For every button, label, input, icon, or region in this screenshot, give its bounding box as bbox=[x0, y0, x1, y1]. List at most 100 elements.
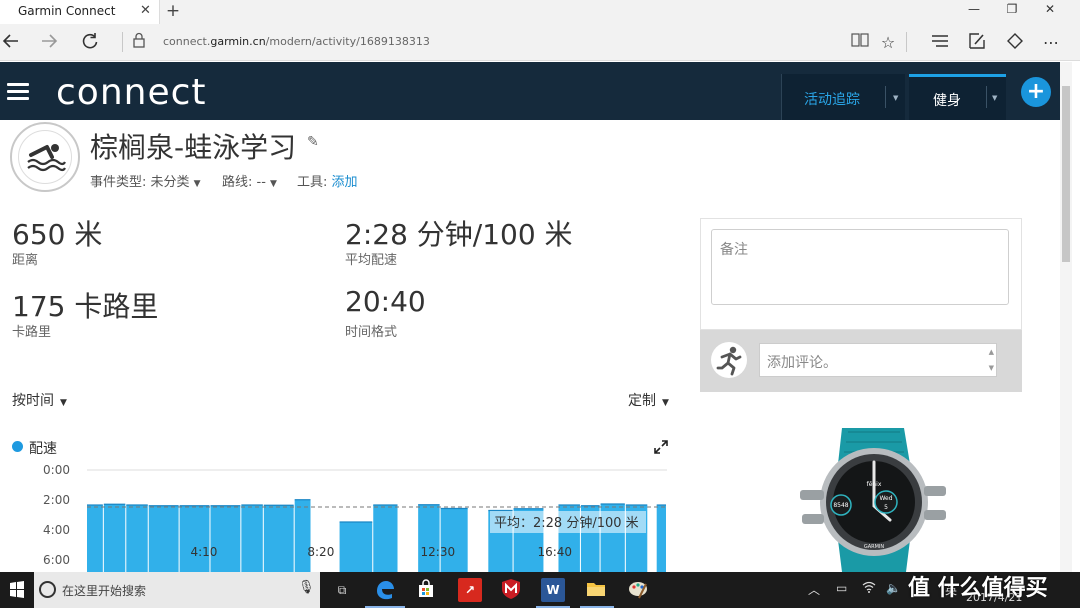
wifi-icon[interactable] bbox=[862, 581, 876, 596]
nav-fitness-label: 健身 bbox=[933, 93, 961, 109]
tools-row: 工具: 添加 bbox=[297, 171, 358, 190]
add-button[interactable]: + bbox=[1021, 77, 1051, 107]
word-icon[interactable]: W bbox=[541, 578, 565, 602]
hub-icon[interactable] bbox=[929, 32, 951, 54]
pace-chart[interactable]: 0:00 2:00 4:00 6:00 平均：2:28 分钟/100 米 4:10 8:20… bbox=[0, 458, 690, 572]
watch-day: Wed bbox=[879, 495, 892, 502]
site-header: connect 活动追踪 ▼ 健身 ▼ bbox=[0, 62, 1060, 120]
forward-icon[interactable] bbox=[38, 31, 60, 53]
url-prefix: connect. bbox=[163, 35, 211, 48]
stat-time-value: 20:40 bbox=[345, 285, 426, 318]
restore-icon[interactable]: ❐ bbox=[998, 2, 1026, 22]
reading-view-icon[interactable] bbox=[849, 32, 871, 54]
new-tab-icon[interactable]: + bbox=[164, 1, 182, 21]
expand-icon[interactable] bbox=[654, 440, 668, 458]
chevron-down-icon: ▼ bbox=[662, 398, 669, 408]
nav-divider bbox=[885, 86, 886, 108]
y-tick-label: 2:00 bbox=[43, 493, 70, 507]
address-toolbar: connect.garmin.cn/modern/activity/168913… bbox=[0, 24, 1080, 61]
chevron-down-icon: ▼ bbox=[60, 398, 67, 408]
browser-tab[interactable]: Garmin Connect ✕ bbox=[0, 0, 160, 24]
edge-browser-icon[interactable] bbox=[373, 578, 397, 602]
notes-placeholder: 备注 bbox=[720, 242, 748, 258]
scrollbar-thumb[interactable] bbox=[1062, 86, 1070, 262]
activity-title: 棕榈泉-蛙泳学习 bbox=[90, 131, 297, 164]
comment-scroll-arrows[interactable]: ▲ ▼ bbox=[989, 344, 994, 376]
nav-activity-tracking[interactable]: 活动追踪 ▼ bbox=[781, 74, 905, 120]
tools-label: 工具: bbox=[297, 175, 328, 190]
stat-distance-label: 距离 bbox=[12, 253, 39, 268]
device-watch-image: fēnix 8548 Wed 5 GARMIN bbox=[800, 428, 948, 572]
pace-bar bbox=[294, 499, 311, 572]
event-type-dropdown[interactable]: 事件类型: 未分类 ▼ bbox=[90, 171, 201, 190]
swim-icon-inner bbox=[18, 130, 72, 184]
close-tab-icon[interactable]: ✕ bbox=[140, 3, 151, 18]
search-placeholder: 在这里开始搜索 bbox=[62, 584, 147, 598]
taskbar-search[interactable]: 在这里开始搜索 🎙 bbox=[34, 572, 320, 608]
share-icon[interactable] bbox=[1004, 32, 1026, 54]
red-app-icon[interactable]: ↗ bbox=[458, 578, 482, 602]
page-scrollbar[interactable] bbox=[1060, 62, 1072, 572]
back-icon[interactable] bbox=[0, 31, 22, 53]
edit-pencil-icon[interactable]: ✎ bbox=[307, 134, 319, 150]
tray-network-small-icon[interactable]: ▭ bbox=[836, 581, 847, 595]
add-tool-link[interactable]: 添加 bbox=[332, 175, 358, 190]
stat-calories-value: 175 卡路里 bbox=[12, 290, 159, 323]
watch-brand: fēnix bbox=[867, 481, 882, 488]
stat-pace-label: 平均配速 bbox=[345, 253, 398, 268]
volume-icon[interactable]: 🔈 bbox=[886, 581, 901, 595]
menu-icon[interactable] bbox=[7, 83, 29, 101]
minimize-icon[interactable]: — bbox=[960, 2, 988, 22]
pace-bar bbox=[418, 504, 440, 572]
nav-divider bbox=[986, 86, 987, 108]
url-domain: garmin.cn bbox=[210, 35, 266, 48]
x-tick-label: 12:30 bbox=[421, 545, 456, 559]
favorite-star-icon[interactable]: ☆ bbox=[877, 32, 899, 54]
tray-chevron-up-icon[interactable]: ︿ bbox=[808, 581, 820, 598]
toolbar-divider bbox=[906, 32, 907, 52]
pace-bar bbox=[126, 505, 148, 572]
chevron-down-icon: ▼ bbox=[270, 179, 277, 189]
refresh-icon[interactable] bbox=[79, 31, 101, 53]
by-time-dropdown[interactable]: 按时间 ▼ bbox=[12, 390, 67, 410]
runner-avatar-icon bbox=[711, 342, 747, 378]
pace-bar bbox=[179, 505, 210, 572]
store-icon[interactable] bbox=[414, 578, 438, 602]
web-note-icon[interactable] bbox=[966, 32, 988, 54]
paint-icon[interactable] bbox=[626, 578, 650, 602]
legend-pace-label[interactable]: 配速 bbox=[29, 438, 57, 458]
url-field[interactable]: connect.garmin.cn/modern/activity/168913… bbox=[163, 35, 430, 48]
route-dropdown[interactable]: 路线: -- ▼ bbox=[222, 171, 277, 190]
tab-title: Garmin Connect bbox=[18, 4, 116, 18]
comment-input[interactable]: 添加评论。 ▲ ▼ bbox=[759, 343, 997, 377]
pace-bar bbox=[440, 508, 468, 572]
pace-bar bbox=[656, 505, 666, 572]
chevron-down-icon[interactable]: ▼ bbox=[992, 94, 997, 102]
customize-dropdown[interactable]: 定制 ▼ bbox=[628, 390, 669, 410]
pace-bar bbox=[210, 505, 241, 572]
more-icon[interactable]: ⋯ bbox=[1040, 32, 1062, 54]
legend-pace-swatch bbox=[12, 441, 23, 452]
nav-fitness[interactable]: 健身 ▼ bbox=[909, 74, 1006, 120]
stat-distance-value: 650 米 bbox=[12, 218, 103, 251]
connect-logo[interactable]: connect bbox=[56, 72, 207, 113]
comment-placeholder: 添加评论。 bbox=[767, 355, 837, 371]
file-explorer-icon[interactable] bbox=[584, 578, 608, 602]
nav-activity-label: 活动追踪 bbox=[804, 92, 860, 108]
customize-label: 定制 bbox=[628, 393, 656, 409]
watch-date: 5 bbox=[884, 504, 888, 511]
microphone-icon[interactable]: 🎙 bbox=[298, 580, 315, 595]
pace-bar bbox=[241, 505, 263, 572]
y-tick-label: 0:00 bbox=[43, 463, 70, 477]
task-view-icon[interactable]: ⧉ bbox=[330, 578, 354, 602]
mcafee-icon[interactable] bbox=[499, 578, 523, 602]
x-tick-label: 4:10 bbox=[190, 545, 217, 559]
close-window-icon[interactable]: ✕ bbox=[1036, 2, 1064, 22]
notes-textarea[interactable]: 备注 bbox=[711, 229, 1009, 305]
windows-start-icon[interactable] bbox=[0, 572, 34, 608]
x-tick-label: 8:20 bbox=[307, 545, 334, 559]
pace-bar bbox=[148, 505, 179, 572]
url-path: /modern/activity/1689138313 bbox=[265, 35, 430, 48]
lock-icon bbox=[128, 32, 150, 54]
chevron-down-icon[interactable]: ▼ bbox=[893, 94, 898, 102]
